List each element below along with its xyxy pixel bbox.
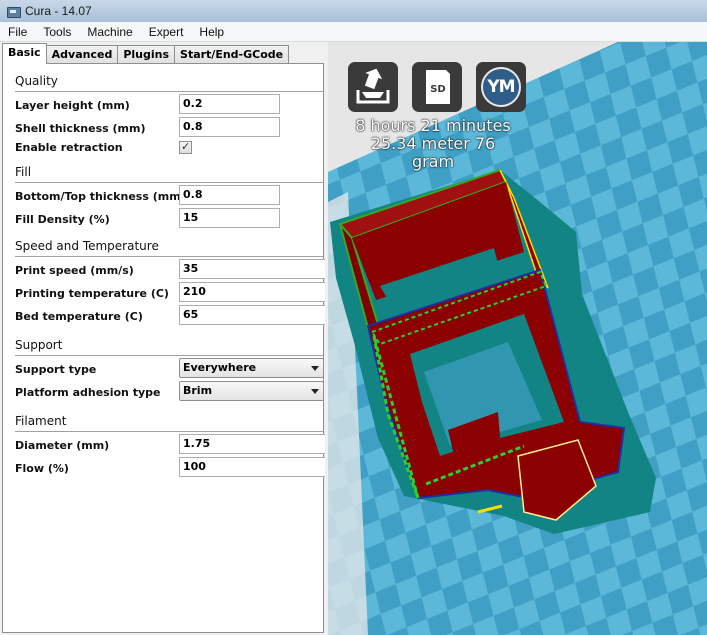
support-type-value: Everywhere xyxy=(183,361,257,374)
platform-adhesion-value: Brim xyxy=(183,384,213,397)
menu-file[interactable]: File xyxy=(0,22,35,42)
fill-density-label: Fill Density (%) xyxy=(15,213,110,226)
layer-height-label: Layer height (mm) xyxy=(15,99,130,112)
flow-label: Flow (%) xyxy=(15,462,69,475)
window-title: Cura - 14.07 xyxy=(25,4,92,18)
basic-settings-panel: Quality Layer height (mm) 0.2 Shell thic… xyxy=(2,63,325,633)
print-speed-label: Print speed (mm/s) xyxy=(15,264,134,277)
settings-pane: Basic Advanced Plugins Start/End-GCode Q… xyxy=(0,42,328,635)
shell-thickness-label: Shell thickness (mm) xyxy=(15,122,146,135)
bottom-top-thickness-input[interactable]: 0.8 xyxy=(179,185,280,205)
bottom-top-thickness-label: Bottom/Top thickness (mm) xyxy=(15,190,186,203)
settings-tabs: Basic Advanced Plugins Start/End-GCode xyxy=(2,43,290,64)
support-type-select[interactable]: Everywhere xyxy=(179,358,324,378)
enable-retraction-label: Enable retraction xyxy=(15,141,123,154)
tab-basic[interactable]: Basic xyxy=(2,43,47,64)
youmagine-button[interactable]: YM xyxy=(476,62,526,112)
print-speed-input[interactable]: 35 xyxy=(179,259,325,279)
support-type-label: Support type xyxy=(15,363,97,376)
title-bar: Cura - 14.07 xyxy=(0,0,707,22)
tab-plugins[interactable]: Plugins xyxy=(117,45,176,64)
diameter-input[interactable]: 1.75 xyxy=(179,434,325,454)
flow-input[interactable]: 100 xyxy=(179,457,325,477)
print-time: 8 hours 21 minutes xyxy=(355,116,511,135)
section-fill-divider xyxy=(15,182,323,183)
diameter-label: Diameter (mm) xyxy=(15,439,110,452)
printing-temperature-label: Printing temperature (C) xyxy=(15,287,169,300)
platform-adhesion-select[interactable]: Brim xyxy=(179,381,324,401)
platform-adhesion-label: Platform adhesion type xyxy=(15,386,161,399)
section-quality-title: Quality xyxy=(15,74,58,88)
section-fill-title: Fill xyxy=(15,165,32,179)
tab-start-end-gcode[interactable]: Start/End-GCode xyxy=(174,45,290,64)
cura-app-icon xyxy=(6,4,21,18)
menu-machine[interactable]: Machine xyxy=(79,22,140,42)
chevron-down-icon xyxy=(311,389,319,394)
menu-bar: File Tools Machine Expert Help xyxy=(0,22,707,42)
section-support-title: Support xyxy=(15,338,63,352)
3d-viewport[interactable]: SD YM 8 hours 21 minutes 25.34 meter 76 … xyxy=(328,42,707,635)
layer-height-input[interactable]: 0.2 xyxy=(179,94,280,114)
section-support-divider xyxy=(15,355,323,356)
section-speed-divider xyxy=(15,256,323,257)
shell-thickness-input[interactable]: 0.8 xyxy=(179,117,280,137)
printing-temperature-input[interactable]: 210 xyxy=(179,282,325,302)
section-filament-divider xyxy=(15,431,323,432)
save-to-sd-button[interactable]: SD xyxy=(412,62,462,112)
print-material: 25.34 meter 76 gram xyxy=(370,134,496,171)
load-model-icon xyxy=(356,68,390,104)
fill-density-input[interactable]: 15 xyxy=(179,208,280,228)
youmagine-icon: YM xyxy=(481,67,521,107)
sd-card-icon: SD xyxy=(426,70,450,104)
menu-expert[interactable]: Expert xyxy=(141,22,192,42)
chevron-down-icon xyxy=(311,366,319,371)
section-filament-title: Filament xyxy=(15,414,67,428)
tab-advanced[interactable]: Advanced xyxy=(45,45,119,64)
sd-label: SD xyxy=(430,84,446,95)
menu-tools[interactable]: Tools xyxy=(35,22,79,42)
section-speed-title: Speed and Temperature xyxy=(15,239,159,253)
load-model-button[interactable] xyxy=(348,62,398,112)
section-quality-divider xyxy=(15,91,323,92)
bed-temperature-label: Bed temperature (C) xyxy=(15,310,143,323)
bed-temperature-input[interactable]: 65 xyxy=(179,305,325,325)
menu-help[interactable]: Help xyxy=(191,22,232,42)
enable-retraction-checkbox[interactable] xyxy=(179,140,192,154)
